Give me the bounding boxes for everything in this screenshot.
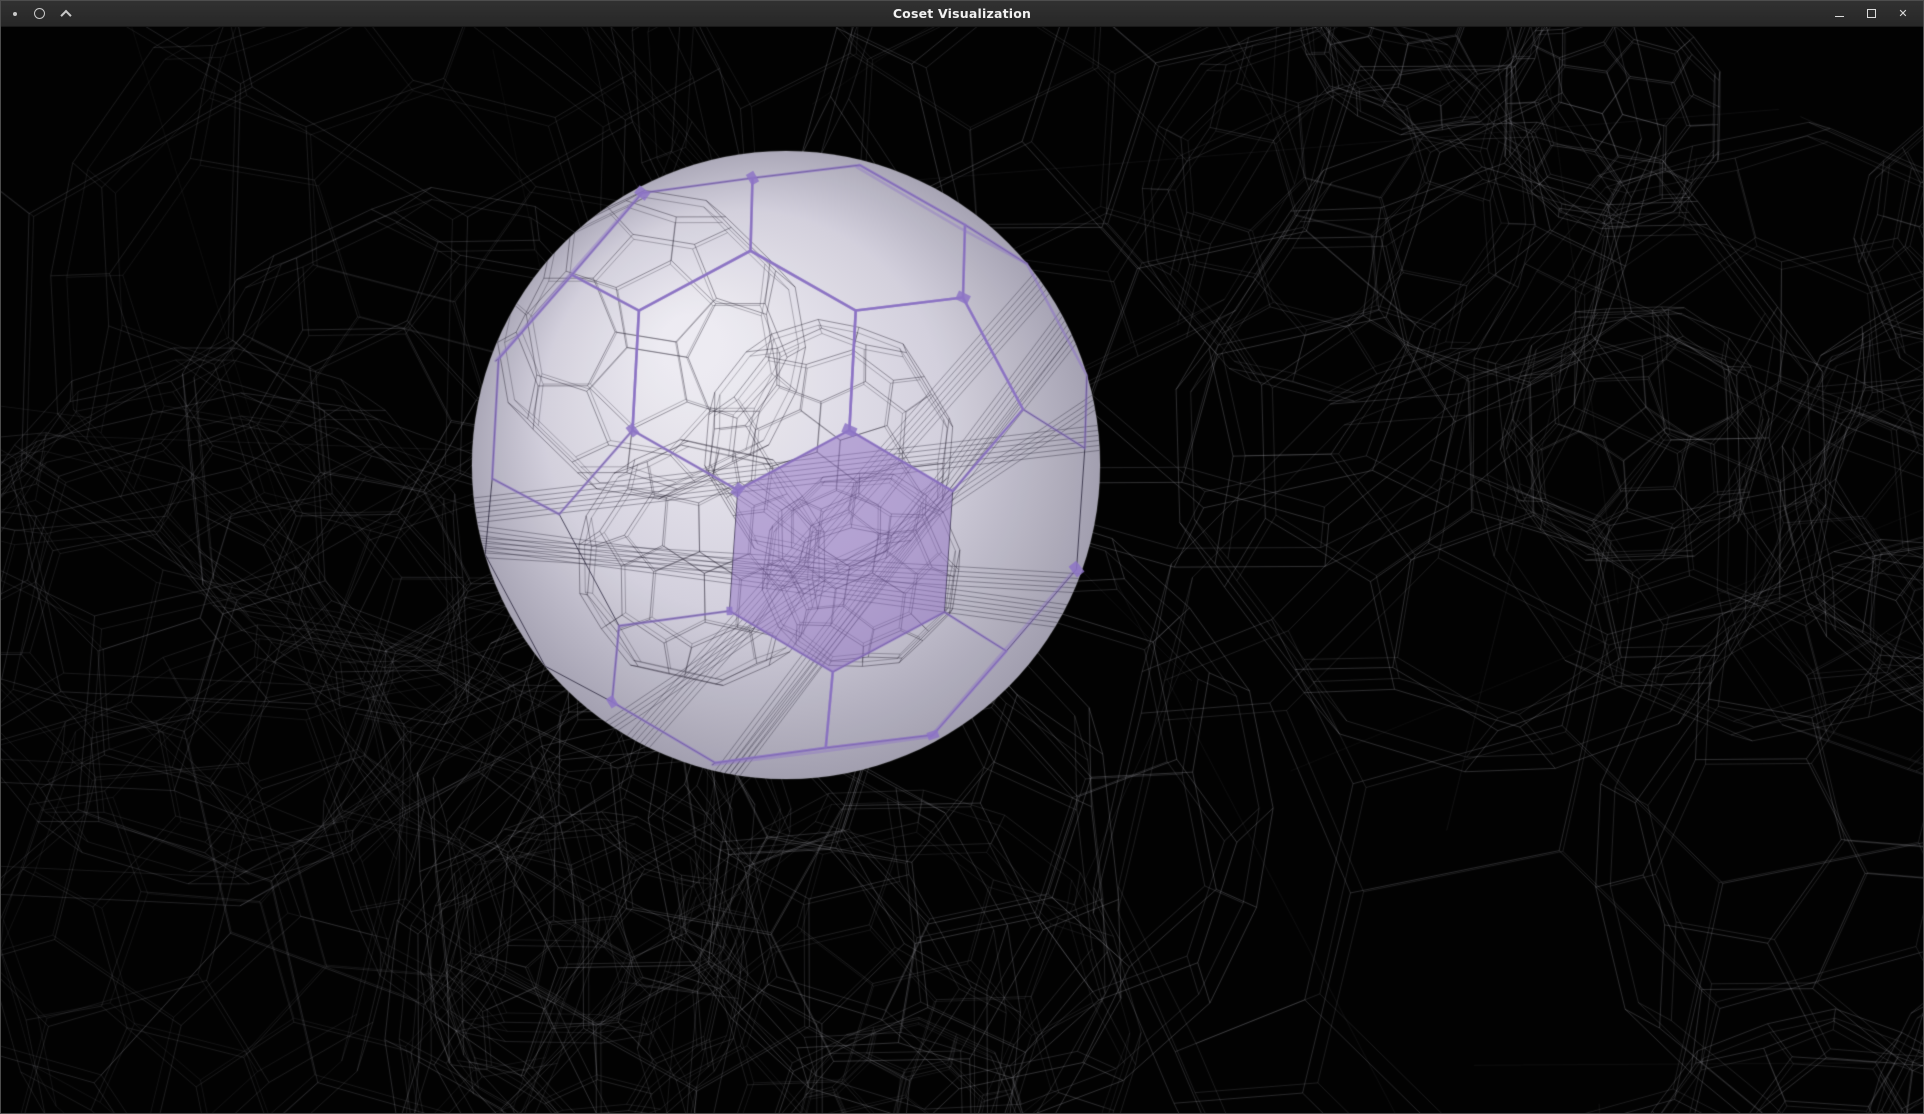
dot-icon[interactable]: [13, 12, 17, 16]
visualization-canvas[interactable]: [1, 27, 1923, 1113]
titlebar: Coset Visualization ✕: [1, 1, 1923, 27]
close-button[interactable]: ✕: [1891, 3, 1915, 25]
minimize-button[interactable]: [1827, 3, 1851, 25]
minimize-icon: [1835, 16, 1844, 18]
app-window: Coset Visualization ✕: [0, 0, 1924, 1114]
chevron-up-icon[interactable]: [60, 9, 71, 20]
window-title: Coset Visualization: [1, 6, 1923, 21]
maximize-button[interactable]: [1859, 3, 1883, 25]
titlebar-left-icons: [1, 8, 70, 19]
close-icon: ✕: [1898, 7, 1907, 20]
circle-icon[interactable]: [34, 8, 45, 19]
window-controls: ✕: [1827, 3, 1923, 25]
maximize-icon: [1867, 9, 1876, 18]
